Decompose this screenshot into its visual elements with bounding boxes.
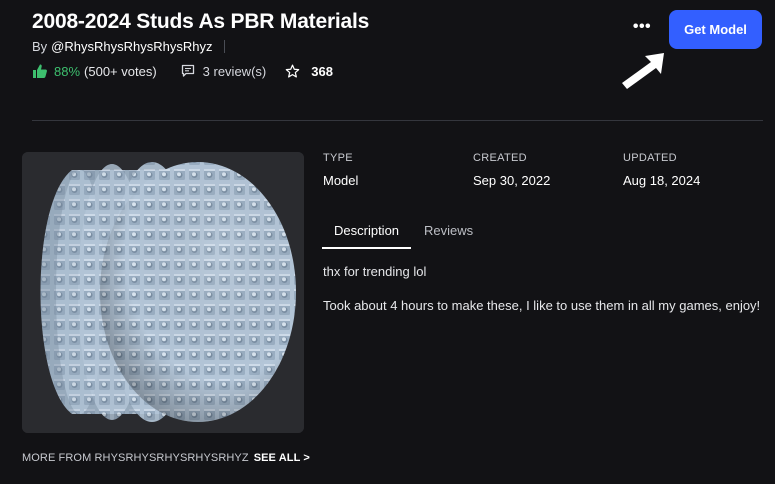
updated-field: UPDATED Aug 18, 2024 (623, 152, 700, 188)
description-line-1: thx for trending lol (323, 264, 427, 279)
type-label: TYPE (323, 152, 353, 164)
favorite-count: 368 (311, 63, 333, 79)
rating-stat[interactable]: 88% (500+ votes) (32, 63, 157, 79)
type-field: TYPE Model (323, 152, 358, 188)
get-model-button[interactable]: Get Model (669, 10, 762, 49)
more-from-label: MORE FROM RHYSRHYSRHYSRHYSRHYZ (22, 452, 249, 464)
reviews-link[interactable]: 3 review(s) (203, 64, 267, 79)
content-tabs: Description Reviews (322, 223, 473, 249)
see-all-link[interactable]: SEE ALL > (254, 452, 310, 464)
byline-separator (224, 40, 226, 53)
description-line-2: Took about 4 hours to make these, I like… (323, 298, 761, 313)
more-options-button[interactable]: ••• (631, 19, 653, 39)
review-icon (181, 64, 194, 77)
thumbs-up-icon (33, 64, 47, 78)
rating-percent: 88% (54, 63, 81, 79)
header-divider (32, 120, 763, 121)
asset-page: 2008-2024 Studs As PBR Materials By @Rhy… (0, 0, 775, 484)
created-label: CREATED (473, 152, 527, 164)
arrow-icon (622, 53, 664, 89)
more-from-section: MORE FROM RHYSRHYSRHYSRHYSRHYZ SEE ALL > (22, 452, 310, 464)
creator-link[interactable]: @RhysRhysRhysRhysRhyz (51, 39, 212, 54)
created-field: CREATED Sep 30, 2022 (473, 152, 550, 188)
byline: By @RhysRhysRhysRhysRhyz (32, 39, 226, 54)
stats-row: 88% (500+ votes) 3 review(s) 368 (32, 63, 333, 79)
tab-reviews[interactable]: Reviews (424, 223, 473, 249)
updated-label: UPDATED (623, 152, 677, 164)
star-icon[interactable] (285, 64, 300, 79)
tab-description[interactable]: Description (322, 223, 412, 249)
created-value: Sep 30, 2022 (473, 173, 551, 188)
type-value: Model (323, 173, 359, 188)
page-title: 2008-2024 Studs As PBR Materials (32, 10, 370, 33)
studded-sphere-image (22, 152, 304, 433)
by-label: By (32, 39, 48, 54)
updated-value: Aug 18, 2024 (623, 173, 701, 188)
vote-count: (500+ votes) (84, 63, 157, 79)
model-thumbnail[interactable] (22, 152, 304, 433)
